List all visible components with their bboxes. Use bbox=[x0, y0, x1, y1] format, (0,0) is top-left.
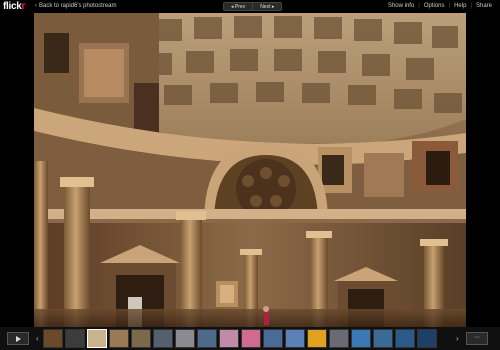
thumbnail[interactable] bbox=[263, 329, 283, 348]
thumbnail[interactable] bbox=[329, 329, 349, 348]
back-arrow-icon: ‹ bbox=[35, 3, 37, 9]
thumbnail[interactable] bbox=[351, 329, 371, 348]
chevron-left-icon[interactable]: ‹ bbox=[36, 332, 39, 345]
play-icon bbox=[16, 336, 21, 342]
thumbnail[interactable] bbox=[43, 329, 63, 348]
thumbnail[interactable] bbox=[307, 329, 327, 348]
top-bar: flickr ‹ Back to rapid6's photostream ◂ P… bbox=[0, 0, 500, 13]
next-button[interactable]: Next ▸ bbox=[253, 2, 283, 11]
thumbnail[interactable] bbox=[109, 329, 129, 348]
pantheon-photo-image bbox=[34, 13, 466, 327]
prev-button[interactable]: ◂ Prev bbox=[223, 2, 254, 11]
flickr-logo[interactable]: flickr bbox=[3, 0, 25, 13]
share-link[interactable]: Share bbox=[472, 0, 496, 13]
fullscreen-icon: ⋯ bbox=[474, 335, 480, 341]
thumbnail[interactable] bbox=[153, 329, 173, 348]
prev-label: Prev bbox=[234, 4, 246, 10]
fullscreen-button[interactable]: ⋯ bbox=[466, 332, 488, 345]
thumbnail[interactable] bbox=[417, 329, 437, 348]
prev-next-group: ◂ Prev Next ▸ bbox=[223, 2, 283, 11]
thumbnail[interactable] bbox=[197, 329, 217, 348]
thumbnail[interactable] bbox=[241, 329, 261, 348]
help-link[interactable]: Help bbox=[450, 0, 470, 13]
chevron-right-icon[interactable]: › bbox=[456, 332, 459, 345]
main-photo[interactable] bbox=[34, 13, 466, 327]
logo-accent-letter: r bbox=[21, 1, 26, 12]
thumbnail[interactable] bbox=[87, 329, 107, 348]
thumbnail[interactable] bbox=[373, 329, 393, 348]
show-info-link[interactable]: Show info bbox=[384, 0, 418, 13]
thumbnail[interactable] bbox=[219, 329, 239, 348]
back-to-photostream-link[interactable]: ‹ Back to rapid6's photostream bbox=[35, 0, 117, 13]
top-menu: Show info | Options | Help | Share bbox=[384, 0, 496, 13]
options-link[interactable]: Options bbox=[420, 0, 449, 13]
play-slideshow-button[interactable] bbox=[7, 332, 29, 345]
thumbnail[interactable] bbox=[131, 329, 151, 348]
thumbnail[interactable] bbox=[395, 329, 415, 348]
next-label: Next bbox=[260, 4, 271, 10]
thumbnail[interactable] bbox=[175, 329, 195, 348]
filmstrip: ‹ › ⋯ bbox=[0, 327, 500, 350]
back-link-label: Back to rapid6's photostream bbox=[39, 3, 117, 9]
thumbnail-strip bbox=[43, 329, 437, 348]
logo-text: flickr bbox=[3, 1, 26, 12]
thumbnail[interactable] bbox=[285, 329, 305, 348]
thumbnail[interactable] bbox=[65, 329, 85, 348]
